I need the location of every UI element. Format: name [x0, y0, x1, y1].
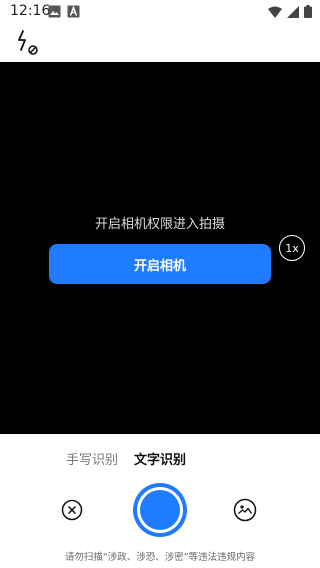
tab-handwriting-recognition[interactable]: 手写识别 — [66, 449, 118, 468]
gallery-icon[interactable] — [233, 498, 257, 522]
camera-preview: 开启相机权限进入拍摄 开启相机 1x — [0, 62, 320, 434]
status-indicators — [268, 5, 312, 18]
shutter-button[interactable] — [133, 483, 187, 537]
battery-icon — [304, 5, 312, 18]
open-camera-button[interactable]: 开启相机 — [49, 244, 271, 284]
close-circle-icon[interactable] — [61, 499, 83, 521]
zoom-button[interactable]: 1x — [279, 235, 305, 261]
content-disclaimer: 请勿扫描“涉政、涉恐、涉密”等违法违规内容 — [64, 552, 256, 563]
image-notification-icon — [48, 5, 61, 18]
status-time: 12:16 — [10, 3, 51, 19]
a-notification-icon — [67, 5, 80, 18]
camera-permission-text: 开启相机权限进入拍摄 — [94, 217, 225, 232]
shutter-icon — [140, 490, 180, 530]
top-bar — [0, 24, 320, 62]
status-bar: 12:16 — [0, 0, 320, 24]
signal-icon — [287, 5, 299, 18]
flash-off-icon[interactable] — [14, 28, 44, 58]
shutter-ring — [137, 487, 183, 533]
tab-text-recognition[interactable]: 文字识别 — [134, 449, 186, 468]
bottom-panel: 手写识别 文字识别 请勿扫描“涉政、涉恐、涉密”等违法违规内容 — [0, 434, 320, 568]
wifi-icon — [268, 6, 282, 18]
